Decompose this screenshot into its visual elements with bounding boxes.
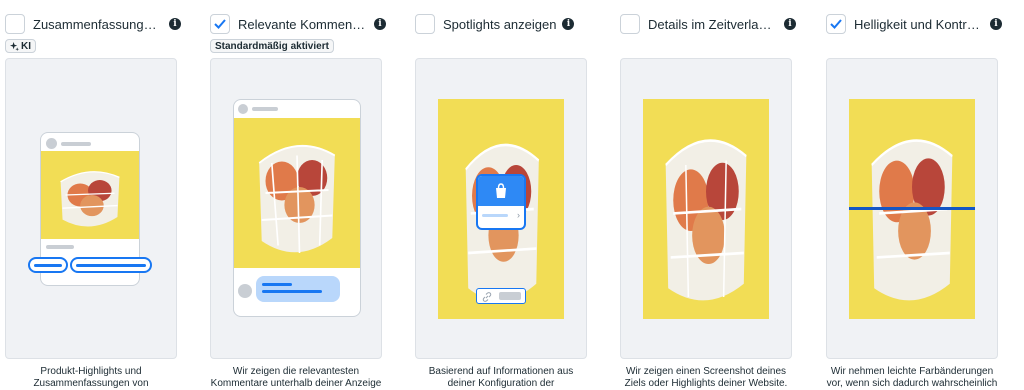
option-spotlights: Spotlights anzeigen i › Basierend auf In… — [415, 0, 591, 390]
option-summaries: Zusammenfassungen anz... i KI — [5, 0, 181, 390]
option-description: Wir nehmen leichte Farbänderungen vor, w… — [826, 366, 998, 389]
highlight-pill-wide — [70, 257, 152, 273]
highlight-pill — [28, 257, 68, 273]
badge-label: Standardmäßig aktiviert — [215, 40, 329, 52]
info-icon[interactable]: i — [784, 18, 796, 30]
option-label: Zusammenfassungen anz... — [33, 16, 163, 32]
avatar — [238, 104, 248, 114]
option-details-timeline: Details im Zeitverlauf enth... i Wir zei… — [620, 0, 796, 390]
placeholder-line — [61, 142, 91, 146]
option-description: Wir zeigen einen Screenshot deines Ziels… — [624, 366, 788, 389]
product-image — [234, 118, 360, 268]
product-image — [643, 99, 769, 319]
option-header[interactable]: Helligkeit und Kontrast an... i — [826, 12, 1002, 36]
info-icon[interactable]: i — [562, 18, 575, 30]
preview-panel: › — [415, 58, 587, 359]
checkbox-brightness-contrast[interactable] — [826, 14, 846, 34]
phone-mockup — [233, 99, 361, 317]
option-relevant-comments: Relevante Kommentare i Standardmäßig akt… — [210, 0, 386, 390]
product-image — [41, 151, 139, 239]
option-label: Helligkeit und Kontrast an... — [854, 16, 984, 32]
ad-enhancement-options: Zusammenfassungen anz... i KI — [0, 0, 1024, 390]
checkmark-icon — [830, 19, 842, 29]
preview-panel — [210, 58, 382, 359]
checkbox-spotlights[interactable] — [415, 14, 435, 34]
comment-bubble — [256, 276, 340, 302]
option-label: Spotlights anzeigen — [443, 16, 557, 32]
ai-badge: KI — [5, 39, 36, 53]
peaches-illustration — [643, 99, 769, 319]
comment-avatar — [238, 284, 252, 298]
option-header[interactable]: Relevante Kommentare i — [210, 12, 386, 36]
option-header[interactable]: Zusammenfassungen anz... i — [5, 12, 181, 36]
badge-label: KI — [21, 40, 31, 52]
info-icon[interactable]: i — [169, 18, 181, 30]
compare-divider — [849, 207, 975, 210]
preview-panel — [5, 58, 177, 359]
info-icon[interactable]: i — [990, 18, 1002, 30]
option-label: Details im Zeitverlauf enth... — [648, 16, 778, 32]
option-label: Relevante Kommentare — [238, 16, 368, 32]
option-header[interactable]: Spotlights anzeigen i — [415, 12, 591, 36]
placeholder-line — [46, 245, 74, 249]
avatar — [46, 138, 57, 149]
checkbox-details-timeline[interactable] — [620, 14, 640, 34]
placeholder-line — [252, 107, 278, 111]
spotlight-card: › — [476, 174, 526, 230]
option-description: Wir zeigen die relevantesten Kommentare … — [210, 366, 382, 389]
default-enabled-badge: Standardmäßig aktiviert — [210, 39, 334, 53]
peaches-illustration — [234, 118, 360, 268]
option-description: Basierend auf Informationen aus deiner K… — [428, 366, 574, 389]
sparkle-icon — [10, 41, 19, 51]
preview-panel — [826, 58, 998, 359]
link-chip — [476, 288, 526, 304]
option-description: Produkt-Highlights und Zusammenfassungen… — [33, 366, 149, 389]
link-icon — [482, 292, 492, 302]
preview-panel — [620, 58, 792, 359]
option-brightness-contrast: Helligkeit und Kontrast an... i Wir nehm… — [826, 0, 1002, 390]
info-icon[interactable]: i — [374, 18, 386, 30]
checkmark-icon — [214, 19, 226, 29]
shopping-bag-icon — [496, 183, 506, 198]
checkbox-summaries[interactable] — [5, 14, 25, 34]
peaches-illustration — [41, 151, 139, 239]
option-header[interactable]: Details im Zeitverlauf enth... i — [620, 12, 796, 36]
checkbox-relevant-comments[interactable] — [210, 14, 230, 34]
